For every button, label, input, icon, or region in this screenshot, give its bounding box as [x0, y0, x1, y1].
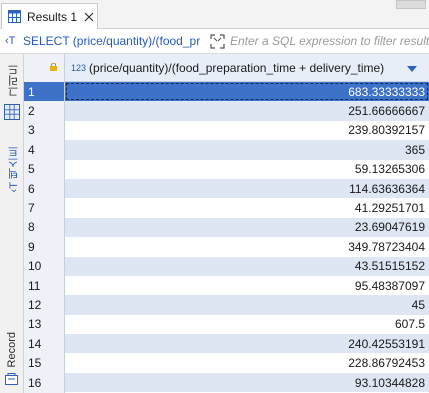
view-mode-sidebar: 그리드 ‹T 텍스트 Record	[0, 54, 24, 393]
filter-input[interactable]: Enter a SQL expression to filter results	[230, 34, 429, 48]
filter-bar: ‹T SELECT (price/quantity)/(food_pr Ente…	[0, 29, 429, 54]
record-icon[interactable]	[4, 372, 19, 386]
table-row[interactable]: 10 43.51515152	[24, 256, 429, 276]
table-row[interactable]: 2 251.66666667	[24, 101, 429, 121]
grid-header: 123 (price/quantity)/(food_preparation_t…	[24, 54, 429, 82]
table-row[interactable]: 15 228.86792453	[24, 353, 429, 373]
table-row[interactable]: 4 365	[24, 140, 429, 160]
table-row[interactable]: 3 239.80392157	[24, 120, 429, 141]
row-number[interactable]: 4	[24, 140, 65, 160]
row-number[interactable]: 6	[24, 178, 65, 199]
row-number[interactable]: 8	[24, 217, 65, 238]
numeric-type-icon: 123	[71, 63, 87, 73]
column-name: (price/quantity)/(food_preparation_time …	[89, 61, 385, 75]
cell-value[interactable]: 607.5	[65, 314, 429, 335]
table-row[interactable]: 16 93.10344828	[24, 372, 429, 393]
row-number[interactable]: 3	[24, 120, 65, 141]
results-tabstrip: Results 1	[0, 0, 429, 29]
cell-value[interactable]: 240.42553191	[65, 334, 429, 354]
row-number[interactable]: 13	[24, 314, 65, 335]
sidebar-item-record[interactable]: Record	[6, 332, 18, 367]
table-row[interactable]: 12 45	[24, 295, 429, 315]
cell-value[interactable]: 114.63636364	[65, 178, 429, 199]
lock-icon	[50, 63, 57, 71]
cell-value[interactable]: 683.33333333	[65, 82, 429, 102]
table-row[interactable]: 13 607.5	[24, 314, 429, 335]
cell-value[interactable]: 45	[65, 295, 429, 315]
row-number[interactable]: 1	[24, 82, 65, 102]
cell-value[interactable]: 41.29251701	[65, 198, 429, 218]
table-row[interactable]: 7 41.29251701	[24, 198, 429, 218]
row-number[interactable]: 5	[24, 159, 65, 179]
cell-value[interactable]: 349.78723404	[65, 237, 429, 257]
results-grid: 123 (price/quantity)/(food_preparation_t…	[24, 54, 429, 393]
grid-rows: 1 683.33333333 2 251.66666667 3 239.8039…	[24, 82, 429, 393]
cell-value[interactable]: 43.51515152	[65, 256, 429, 276]
table-row[interactable]: 11 95.48387097	[24, 275, 429, 296]
cell-value[interactable]: 93.10344828	[65, 372, 429, 393]
cell-value[interactable]: 95.48387097	[65, 275, 429, 296]
sidebar-text-label: 텍스트	[8, 146, 20, 179]
cell-value[interactable]: 365	[65, 140, 429, 160]
expand-icon[interactable]	[210, 33, 225, 49]
panel-control-button[interactable]	[396, 0, 426, 9]
table-icon	[8, 10, 21, 23]
sidebar-item-text[interactable]: ‹T 텍스트	[6, 146, 22, 192]
cell-value[interactable]: 239.80392157	[65, 120, 429, 141]
sql-query-text[interactable]: SELECT (price/quantity)/(food_pr	[23, 34, 204, 48]
cell-value[interactable]: 23.69047619	[65, 217, 429, 238]
row-number[interactable]: 12	[24, 295, 65, 315]
row-number[interactable]: 7	[24, 198, 65, 218]
sidebar-item-grid[interactable]: 그리드	[6, 64, 22, 97]
sql-text-icon: ‹T	[5, 35, 16, 47]
tab-label: Results 1	[27, 9, 78, 24]
tab-results-1[interactable]: Results 1	[1, 3, 98, 29]
table-row[interactable]: 5 59.13265306	[24, 159, 429, 179]
row-number[interactable]: 14	[24, 334, 65, 354]
sort-arrow-icon[interactable]	[407, 66, 417, 72]
text-mode-icon: ‹T	[8, 182, 20, 193]
grid-icon[interactable]	[4, 104, 20, 120]
row-number[interactable]: 10	[24, 256, 65, 276]
column-header[interactable]: 123 (price/quantity)/(food_preparation_t…	[65, 54, 429, 82]
table-row[interactable]: 6 114.63636364	[24, 178, 429, 199]
table-row[interactable]: 9 349.78723404	[24, 237, 429, 257]
cell-value[interactable]: 251.66666667	[65, 101, 429, 121]
cell-value[interactable]: 59.13265306	[65, 159, 429, 179]
table-row[interactable]: 14 240.42553191	[24, 334, 429, 354]
row-number[interactable]: 9	[24, 237, 65, 257]
table-row[interactable]: 8 23.69047619	[24, 217, 429, 238]
header-corner[interactable]	[24, 54, 65, 82]
close-icon[interactable]	[84, 12, 94, 22]
cell-value[interactable]: 228.86792453	[65, 353, 429, 373]
row-number[interactable]: 11	[24, 275, 65, 296]
row-number[interactable]: 16	[24, 372, 65, 393]
row-number[interactable]: 15	[24, 353, 65, 373]
row-number[interactable]: 2	[24, 101, 65, 121]
table-row[interactable]: 1 683.33333333	[24, 82, 429, 102]
